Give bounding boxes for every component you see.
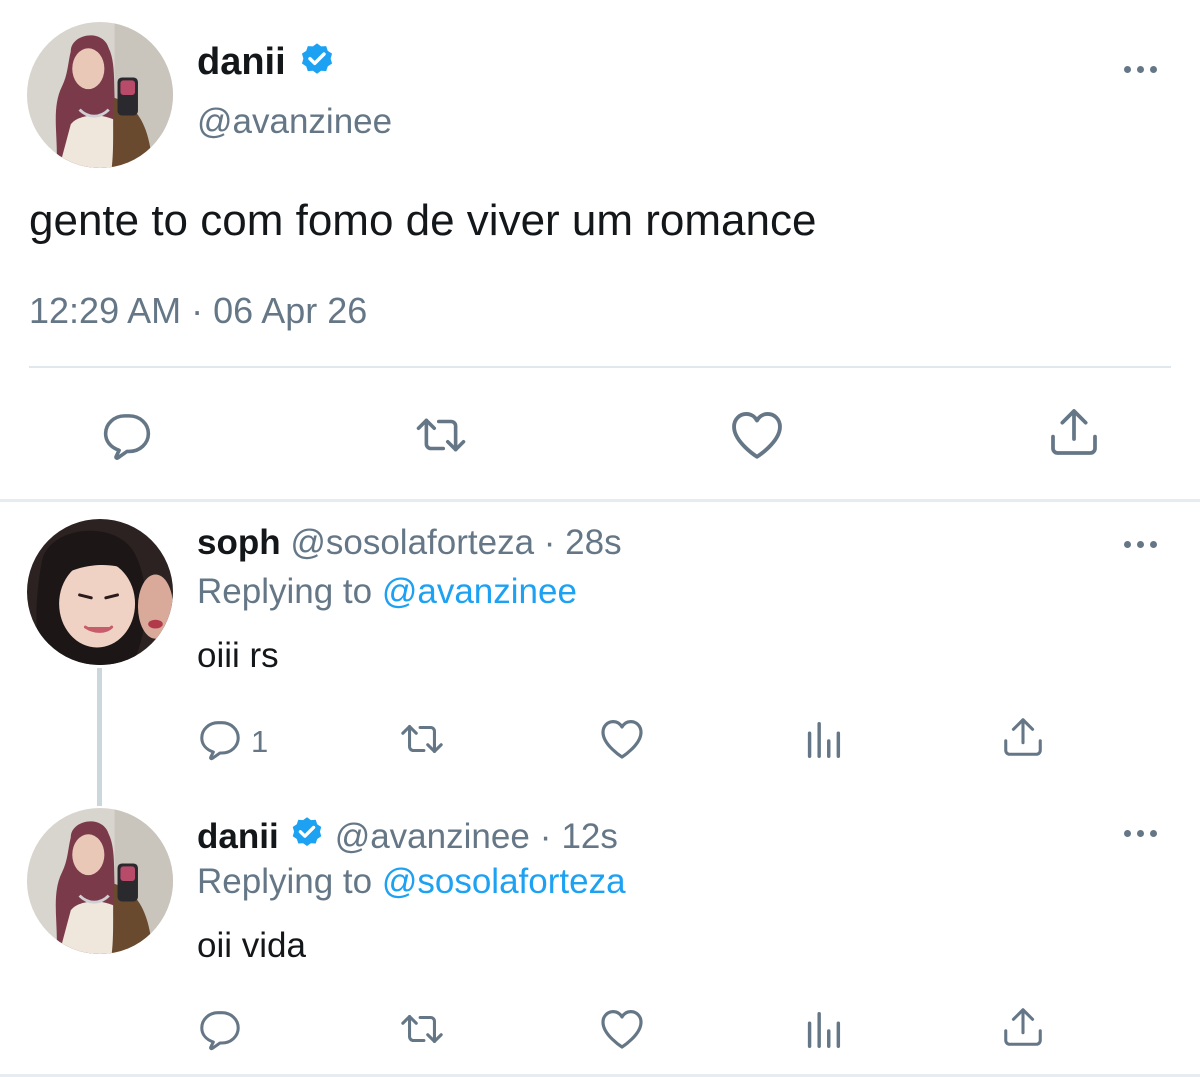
retweet-button[interactable] (396, 1006, 448, 1057)
verified-icon (289, 815, 325, 860)
reply-button[interactable]: 1 (197, 716, 268, 767)
like-button[interactable] (728, 406, 786, 469)
more-icon[interactable] (1124, 830, 1157, 837)
like-icon (598, 715, 646, 768)
reply-icon (197, 716, 243, 767)
more-icon[interactable] (1124, 66, 1157, 73)
reply-header: danii @avanzinee · 12s (197, 814, 618, 860)
like-button[interactable] (598, 1005, 646, 1058)
replying-to: Replying to @avanzinee (197, 572, 577, 612)
reply-button[interactable] (100, 408, 154, 467)
separator-dot: · (539, 817, 552, 856)
retweet-icon (396, 716, 448, 767)
share-button[interactable] (1000, 714, 1046, 765)
reply-age[interactable]: 12s (561, 817, 617, 857)
share-button[interactable] (1046, 404, 1102, 465)
author-name[interactable]: danii (197, 41, 286, 84)
reply-text: oiii rs (197, 636, 279, 675)
reply-age[interactable]: 28s (565, 523, 621, 562)
author-handle[interactable]: @avanzinee (335, 817, 530, 857)
verified-icon (298, 41, 336, 84)
reply-text: oii vida (197, 926, 306, 965)
tweet-time[interactable]: 12:29 AM (29, 290, 181, 331)
retweet-button[interactable] (396, 716, 448, 767)
retweet-icon (396, 1006, 448, 1057)
tweet-date[interactable]: 06 Apr 26 (213, 290, 367, 331)
author-handle[interactable]: @sosolaforteza (290, 523, 534, 562)
reply-icon (100, 408, 154, 467)
analytics-icon (800, 1006, 846, 1057)
avatar[interactable] (27, 808, 173, 954)
thread-line (97, 668, 102, 806)
author-name[interactable]: danii (197, 817, 279, 857)
reply-button[interactable] (197, 1006, 243, 1057)
more-icon[interactable] (1124, 541, 1157, 548)
like-button[interactable] (598, 715, 646, 768)
separator-dot: · (191, 290, 204, 331)
avatar[interactable] (27, 22, 173, 168)
share-icon (1000, 714, 1046, 765)
tweet-text: gente to com fomo de viver um romance (29, 196, 817, 245)
replying-to-label: Replying to (197, 862, 373, 901)
reply-header: soph @sosolaforteza · 28s (197, 523, 622, 563)
replying-to-handle[interactable]: @sosolaforteza (382, 862, 626, 901)
author-handle[interactable]: @avanzinee (197, 102, 392, 142)
author-row: danii (197, 38, 336, 86)
author-name[interactable]: soph (197, 523, 281, 562)
replying-to: Replying to @sosolaforteza (197, 862, 626, 902)
reply-count: 1 (251, 723, 269, 759)
avatar[interactable] (27, 519, 173, 665)
replying-to-label: Replying to (197, 572, 373, 611)
share-icon (1046, 404, 1102, 465)
separator-dot: · (543, 523, 556, 562)
reply-icon (197, 1006, 243, 1057)
analytics-icon (800, 716, 846, 767)
analytics-button[interactable] (800, 1006, 846, 1057)
divider (29, 366, 1171, 368)
share-button[interactable] (1000, 1004, 1046, 1055)
like-icon (598, 1005, 646, 1058)
share-icon (1000, 1004, 1046, 1055)
retweet-icon (410, 408, 472, 467)
retweet-button[interactable] (410, 408, 472, 467)
tweet-timestamp: 12:29 AM · 06 Apr 26 (29, 290, 367, 332)
section-divider (0, 499, 1200, 502)
like-icon (728, 406, 786, 469)
replying-to-handle[interactable]: @avanzinee (382, 572, 577, 611)
analytics-button[interactable] (800, 716, 846, 767)
